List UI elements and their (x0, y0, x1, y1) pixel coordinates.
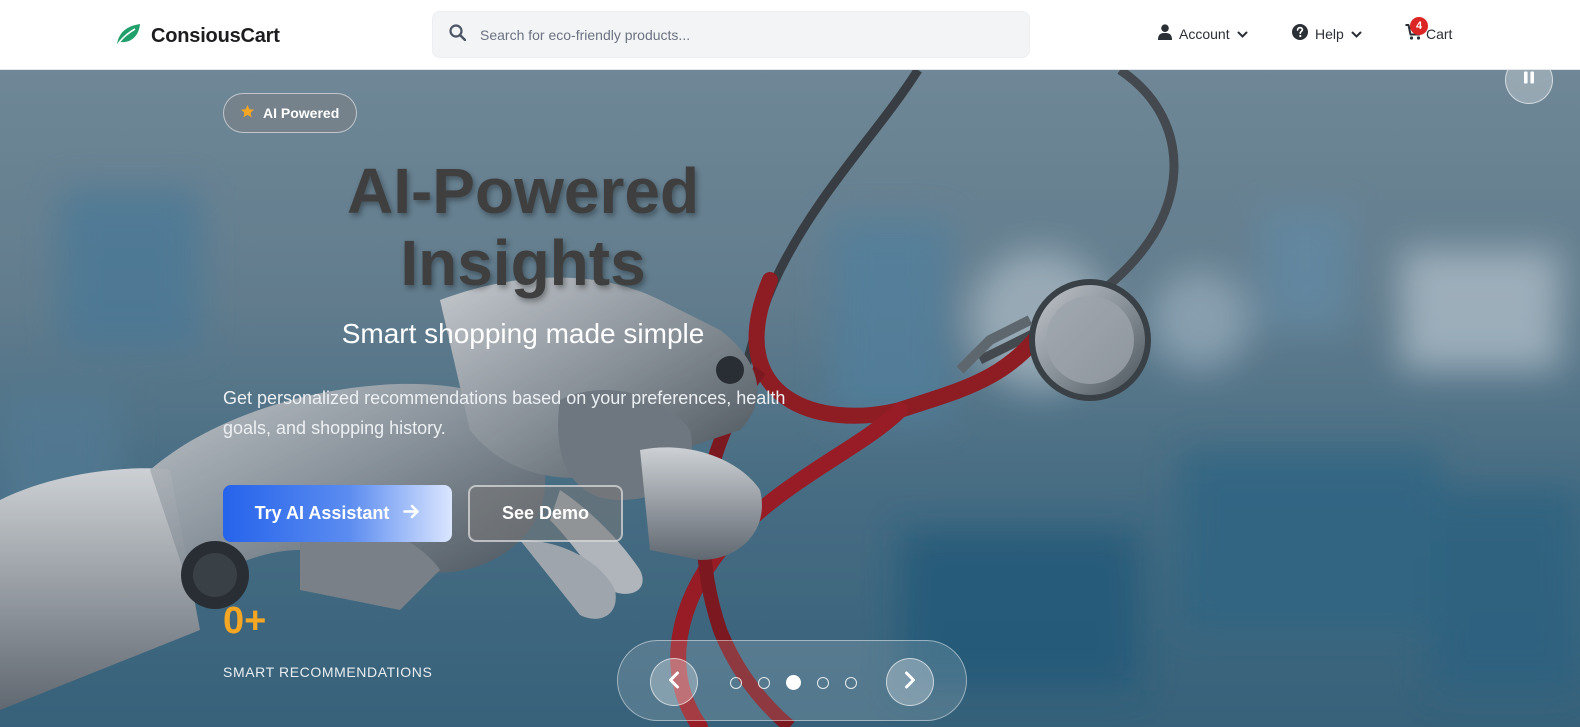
hero-title-line-2: Insights (400, 227, 646, 299)
chevron-down-icon (1351, 26, 1362, 42)
question-circle-icon (1292, 24, 1308, 43)
try-ai-assistant-button[interactable]: Try AI Assistant (223, 485, 452, 542)
stat-value: 0+ (223, 600, 267, 642)
slide-indicator-dot[interactable] (758, 676, 770, 689)
search-icon (449, 23, 467, 46)
hero-title: AI-Powered Insights (223, 155, 823, 299)
chevron-left-icon (668, 671, 680, 694)
hero-description: Get personalized recommendations based o… (223, 388, 786, 438)
hero-subtitle: Smart shopping made simple (341, 318, 705, 349)
site-header: ConsiousCart Account (0, 0, 1580, 70)
cart-label: Cart (1426, 25, 1453, 42)
slide-indicator-dot[interactable] (786, 675, 801, 690)
carousel-controls (617, 640, 967, 721)
brand-logo[interactable]: ConsiousCart (115, 22, 280, 51)
chevron-right-icon (904, 671, 916, 694)
next-slide-button[interactable] (886, 658, 934, 706)
search-input[interactable] (480, 26, 1000, 43)
previous-slide-button[interactable] (650, 658, 698, 706)
star-icon (240, 104, 255, 122)
brand-name: ConsiousCart (151, 25, 280, 47)
slide-indicator-dot[interactable] (845, 676, 857, 689)
leaf-icon (115, 22, 141, 51)
cart-icon: 4 (1405, 17, 1428, 43)
stat-label: SMART RECOMMENDATIONS (223, 664, 433, 680)
help-menu[interactable]: Help (1292, 24, 1362, 43)
chevron-down-icon (1237, 26, 1248, 42)
cart-link[interactable]: 4 Cart (1405, 17, 1453, 43)
cart-count-badge: 4 (1410, 17, 1428, 35)
try-ai-assistant-label: Try AI Assistant (254, 503, 390, 523)
slide-indicators (730, 675, 857, 690)
slide-indicator-dot[interactable] (817, 676, 829, 689)
user-icon (1158, 24, 1172, 43)
ai-badge-label: AI Powered (263, 105, 340, 121)
help-label: Help (1315, 25, 1344, 42)
pause-icon (1523, 71, 1535, 89)
slide-indicator-dot[interactable] (730, 676, 742, 689)
arrow-right-icon (403, 503, 420, 524)
hero-title-line-1: AI-Powered (346, 155, 700, 227)
account-label: Account (1179, 25, 1230, 42)
search-bar (432, 11, 1030, 58)
ai-powered-badge: AI Powered (223, 93, 358, 133)
account-menu[interactable]: Account (1158, 24, 1248, 43)
see-demo-button[interactable]: See Demo (468, 485, 623, 542)
